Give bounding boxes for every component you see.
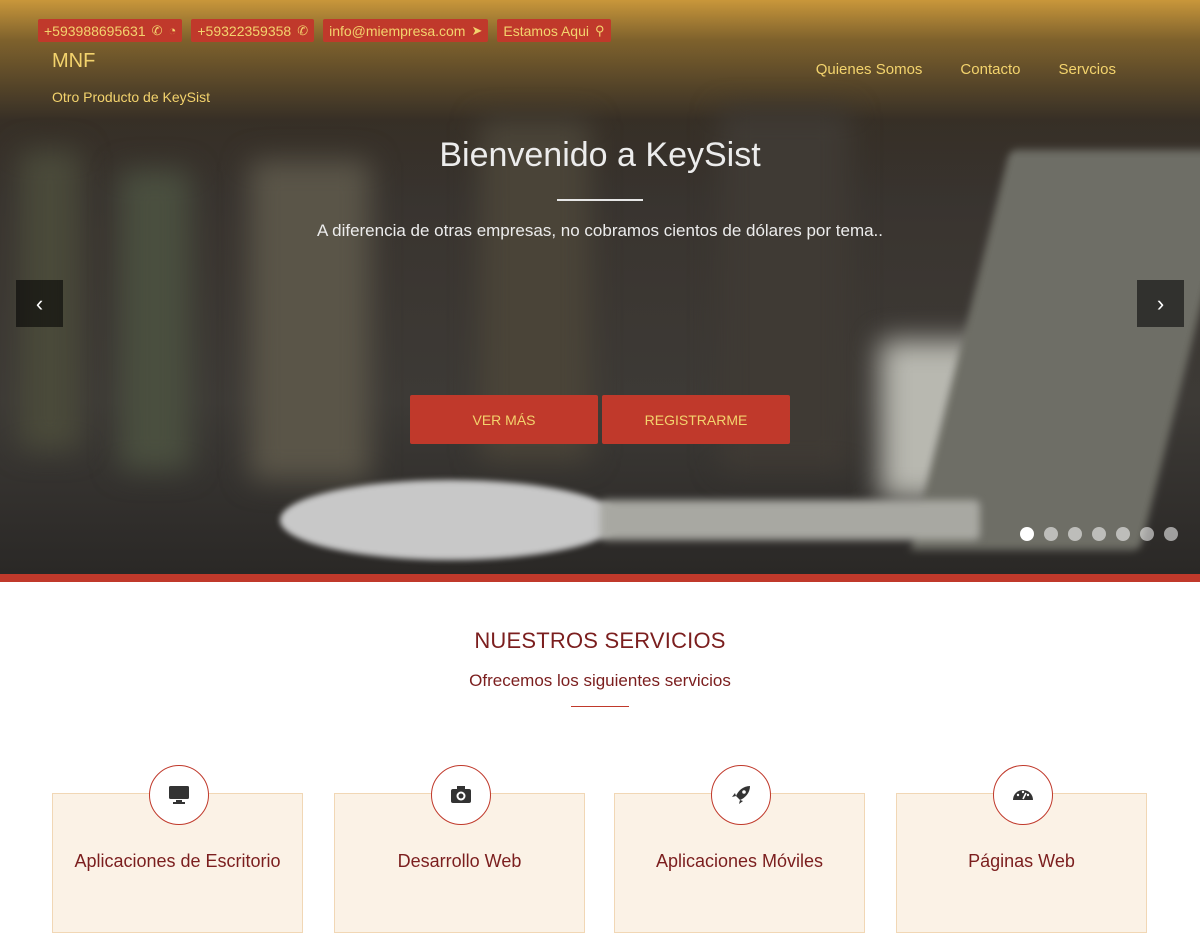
- phone-icon: ✆: [297, 23, 309, 38]
- landline-text: +59322359358: [197, 22, 292, 39]
- nav-item-servicios[interactable]: Servcios: [1058, 61, 1116, 78]
- main-nav: Quienes Somos Contacto Servcios: [816, 61, 1116, 78]
- service-title: Aplicaciones de Escritorio: [74, 851, 281, 871]
- chevron-left-icon: ‹: [35, 290, 44, 316]
- service-card-moviles[interactable]: Aplicaciones Móviles: [614, 765, 865, 933]
- carousel-dot[interactable]: [1140, 527, 1154, 541]
- email-text: info@miempresa.com: [329, 22, 466, 39]
- bg-shape: [250, 160, 370, 480]
- carousel-dot[interactable]: [1092, 527, 1106, 541]
- phone-chip[interactable]: +593988695631 ✆ ◔: [38, 19, 183, 42]
- location-text: Estamos Aqui: [503, 22, 589, 39]
- service-title: Aplicaciones Móviles: [655, 851, 824, 871]
- ver-mas-button[interactable]: VER MÁS: [410, 395, 598, 444]
- nav-item-quienes-somos[interactable]: Quienes Somos: [816, 61, 923, 78]
- phone-icon: ✆: [151, 23, 163, 38]
- service-card-desarrollo-web[interactable]: Desarrollo Web: [334, 765, 585, 933]
- chevron-right-icon: ›: [1156, 290, 1165, 316]
- phone-text: +593988695631: [44, 22, 146, 39]
- nav-item-contacto[interactable]: Contacto: [960, 61, 1020, 78]
- services-title: NUESTROS SERVICIOS: [474, 628, 726, 653]
- hero-divider: [557, 199, 643, 201]
- services-divider: [571, 706, 629, 707]
- rocket-icon: [711, 765, 771, 825]
- service-card-escritorio[interactable]: Aplicaciones de Escritorio: [52, 765, 303, 933]
- service-title: Desarrollo Web: [397, 851, 522, 871]
- landline-chip[interactable]: +59322359358 ✆: [191, 19, 315, 42]
- desktop-icon: [149, 765, 209, 825]
- carousel-next-button[interactable]: ›: [1137, 280, 1184, 327]
- carousel-indicators: [1020, 527, 1178, 541]
- services-subtitle: Ofrecemos los siguientes servicios: [469, 671, 731, 690]
- bg-shape: [120, 170, 190, 470]
- mouse-shape: [280, 480, 620, 560]
- carousel-dot[interactable]: [1020, 527, 1034, 541]
- send-icon: ➤: [471, 23, 483, 38]
- hero-bottom-border: [0, 574, 1200, 582]
- brand-subtitle: Otro Producto de KeySist: [52, 89, 210, 105]
- hero-carousel: +593988695631 ✆ ◔ +59322359358 ✆ info@mi…: [0, 0, 1200, 574]
- contact-bar: +593988695631 ✆ ◔ +59322359358 ✆ info@mi…: [38, 19, 611, 42]
- laptop-edge-shape: [600, 500, 980, 540]
- location-chip[interactable]: Estamos Aqui ⚲: [497, 19, 611, 42]
- carousel-prev-button[interactable]: ‹: [16, 280, 63, 327]
- camera-icon: [431, 765, 491, 825]
- carousel-dot[interactable]: [1164, 527, 1178, 541]
- dashboard-icon: [993, 765, 1053, 825]
- carousel-dot[interactable]: [1116, 527, 1130, 541]
- email-chip[interactable]: info@miempresa.com ➤: [323, 19, 489, 42]
- service-card-paginas-web[interactable]: Páginas Web: [896, 765, 1147, 933]
- brand-title[interactable]: MNF: [52, 50, 95, 73]
- hero-subtitle: A diferencia de otras empresas, no cobra…: [316, 221, 884, 240]
- hero-title: Bienvenido a KeySist: [439, 136, 761, 174]
- whatsapp-icon: ◔: [168, 23, 177, 38]
- registrarme-button[interactable]: REGISTRARME: [602, 395, 790, 444]
- service-title: Páginas Web: [968, 851, 1075, 871]
- carousel-dot[interactable]: [1068, 527, 1082, 541]
- map-pin-icon: ⚲: [595, 23, 605, 38]
- carousel-dot[interactable]: [1044, 527, 1058, 541]
